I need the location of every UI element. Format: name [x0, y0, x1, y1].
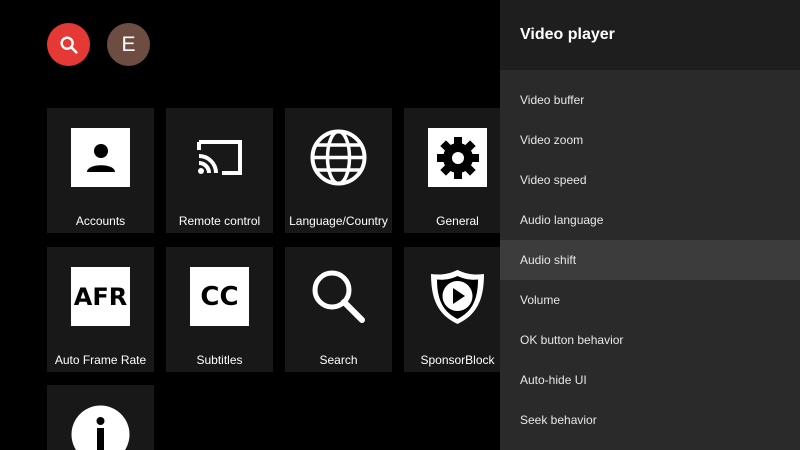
- tile-subtitles[interactable]: CC Subtitles: [166, 247, 273, 372]
- afr-icon-text: AFR: [73, 282, 128, 311]
- account-icon: [71, 128, 130, 187]
- sponsorblock-icon: [428, 267, 487, 326]
- panel-menu: Video buffer Video zoom Video speed Audi…: [500, 70, 800, 440]
- tile-auto-frame-rate[interactable]: AFR Auto Frame Rate: [47, 247, 154, 372]
- menu-item-video-zoom[interactable]: Video zoom: [500, 120, 800, 160]
- search-icon: [59, 35, 78, 54]
- info-icon: [71, 405, 130, 450]
- tile-remote-control[interactable]: Remote control: [166, 108, 273, 233]
- search-button[interactable]: [47, 23, 90, 66]
- tile-label: Auto Frame Rate: [54, 353, 147, 367]
- tile-language-country[interactable]: Language/Country: [285, 108, 392, 233]
- cc-icon-text: CC: [200, 281, 239, 312]
- tile-label: Accounts: [75, 214, 126, 228]
- menu-item-video-buffer[interactable]: Video buffer: [500, 80, 800, 120]
- tile-about[interactable]: [47, 385, 154, 450]
- magnifier-icon: [309, 267, 368, 326]
- settings-panel: Video player Video buffer Video zoom Vid…: [500, 0, 800, 450]
- tile-accounts[interactable]: Accounts: [47, 108, 154, 233]
- tile-label: Search: [319, 353, 358, 367]
- panel-title: Video player: [500, 0, 800, 70]
- tile-label: Remote control: [178, 214, 261, 228]
- account-avatar[interactable]: E: [107, 23, 150, 66]
- menu-item-audio-shift[interactable]: Audio shift: [500, 240, 800, 280]
- tile-search[interactable]: Search: [285, 247, 392, 372]
- menu-item-seek-behavior[interactable]: Seek behavior: [500, 400, 800, 440]
- tile-sponsorblock[interactable]: SponsorBlock: [404, 247, 500, 372]
- menu-item-audio-language[interactable]: Audio language: [500, 200, 800, 240]
- menu-item-video-speed[interactable]: Video speed: [500, 160, 800, 200]
- tile-label: General: [436, 214, 479, 228]
- menu-item-ok-button-behavior[interactable]: OK button behavior: [500, 320, 800, 360]
- globe-icon: [309, 128, 368, 187]
- afr-icon: AFR: [71, 267, 130, 326]
- closed-captions-icon: CC: [190, 267, 249, 326]
- tile-label: Subtitles: [196, 353, 243, 367]
- cast-icon: [190, 128, 249, 187]
- tile-label: Language/Country: [289, 214, 388, 228]
- tile-general[interactable]: General: [404, 108, 500, 233]
- tile-label: SponsorBlock: [420, 353, 495, 367]
- avatar-letter: E: [121, 32, 136, 56]
- menu-item-volume[interactable]: Volume: [500, 280, 800, 320]
- menu-item-auto-hide-ui[interactable]: Auto-hide UI: [500, 360, 800, 400]
- gear-icon: [428, 128, 487, 187]
